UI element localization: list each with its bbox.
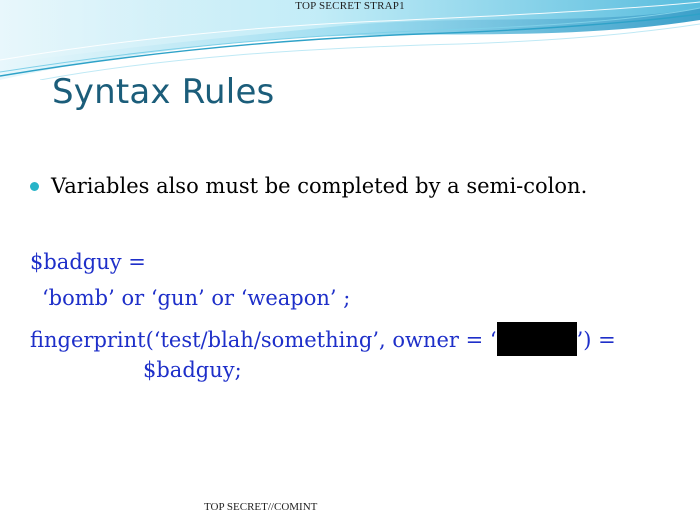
code-line-1: $badguy = [30,250,146,274]
bullet-dot-icon [30,181,39,191]
code-line-4: $badguy; [143,358,242,382]
redaction-box [496,322,577,356]
code-line-3-end: ’) = [576,328,616,352]
code-line-3: fingerprint(‘test/blah/something’, owner… [30,322,616,356]
code-line-2: ‘bomb’ or ‘gun’ or ‘weapon’ ; [42,286,351,310]
code-line-3-start: fingerprint(‘test/blah/something’, owner… [30,328,497,352]
classification-banner-top: TOP SECRET STRAP1 [295,0,405,12]
classification-banner-bottom: TOP SECRET//COMINT [204,501,318,513]
slide-title: Syntax Rules [52,72,275,112]
header-wave-decoration [0,0,700,80]
bullet-item: Variables also must be completed by a se… [30,174,587,198]
slide: TOP SECRET STRAP1 Syntax Rules Variables… [0,0,700,525]
bullet-text: Variables also must be completed by a se… [51,174,588,198]
